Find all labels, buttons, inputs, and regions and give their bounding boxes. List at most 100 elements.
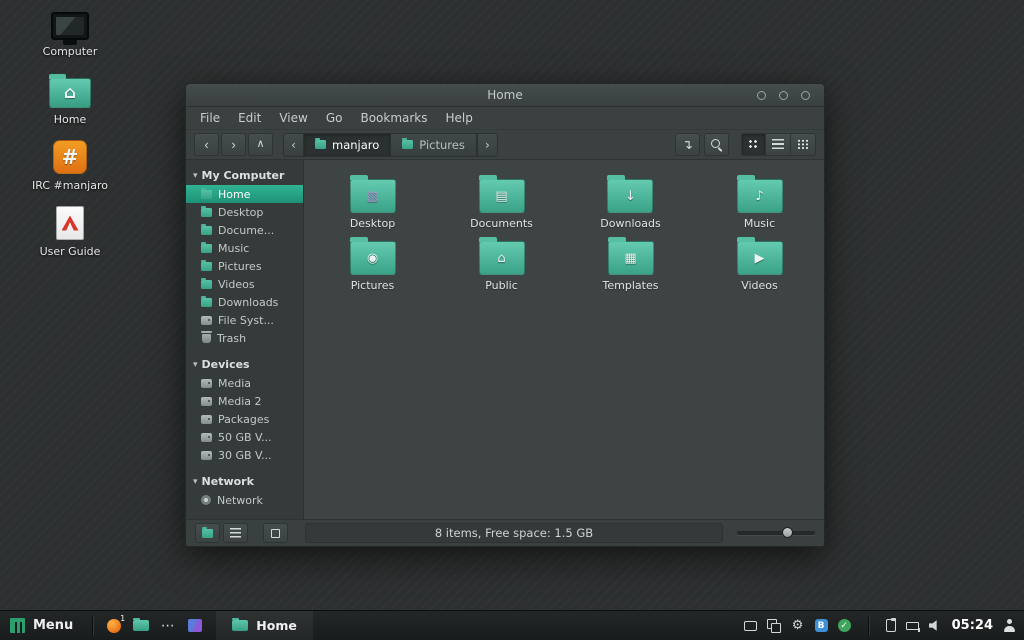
- expand-icon: [271, 529, 280, 538]
- file-label: Pictures: [351, 279, 395, 292]
- clock[interactable]: 05:24: [952, 618, 993, 633]
- up-button[interactable]: ∧: [248, 133, 273, 156]
- file-music[interactable]: ♪ Music: [737, 174, 783, 236]
- zoom-knob[interactable]: [782, 527, 793, 538]
- sidebar-section-header[interactable]: ▾ My Computer: [186, 164, 303, 185]
- sidebar-item-media[interactable]: Media: [186, 374, 303, 392]
- toggle-places-button[interactable]: [195, 523, 220, 543]
- updates-icon[interactable]: ✓: [838, 619, 851, 632]
- bluetooth-icon[interactable]: B: [815, 619, 828, 632]
- file-public[interactable]: ⌂ Public: [479, 236, 525, 298]
- sidebar-item-videos[interactable]: Videos: [186, 275, 303, 293]
- panel-separator: [92, 617, 93, 635]
- launcher-browser[interactable]: 1: [100, 611, 127, 640]
- places-icon: [202, 529, 213, 538]
- sidebar-item-icon: [201, 208, 212, 217]
- sidebar-item-network[interactable]: Network: [186, 491, 303, 509]
- toggle-treeview-button[interactable]: [223, 523, 248, 543]
- back-button[interactable]: ‹: [194, 133, 219, 156]
- sidebar-section-header[interactable]: ▾ Devices: [186, 353, 303, 374]
- folder-icon: ◉: [350, 241, 396, 275]
- toolbar: ‹ › ∧ ‹ manjaro Pictures › ↴: [186, 130, 824, 160]
- desktop-icon-irc-manjaro[interactable]: # IRC #manjaro: [22, 140, 118, 192]
- window-title: Home: [186, 88, 824, 102]
- sidebar-item-icon: [201, 262, 212, 271]
- menu-view[interactable]: View: [271, 109, 315, 127]
- workspace-switcher[interactable]: [181, 611, 208, 640]
- compact-view-icon: [797, 139, 809, 150]
- edit-location-button[interactable]: ↴: [675, 133, 700, 156]
- sidebar-item-media-2[interactable]: Media 2: [186, 392, 303, 410]
- user-icon[interactable]: [1003, 619, 1016, 632]
- sidebar-item-music[interactable]: Music: [186, 239, 303, 257]
- launcher-file-manager[interactable]: [127, 611, 154, 640]
- desktop-icon-home[interactable]: ⌂ Home: [22, 72, 118, 126]
- desktop-icon-art: [51, 12, 89, 40]
- menu-edit[interactable]: Edit: [230, 109, 269, 127]
- zoom-slider[interactable]: [737, 531, 815, 535]
- menu-help[interactable]: Help: [438, 109, 481, 127]
- file-templates[interactable]: ▦ Templates: [603, 236, 659, 298]
- minimize-button[interactable]: [757, 91, 766, 100]
- sidebar-item-downloads[interactable]: Downloads: [186, 293, 303, 311]
- window-list-icon[interactable]: [767, 619, 781, 633]
- display-icon[interactable]: [744, 621, 757, 631]
- expander-icon: ▾: [193, 477, 198, 487]
- file-desktop[interactable]: ▧ Desktop: [350, 174, 396, 236]
- sidebar-item-icon: [201, 379, 212, 388]
- icon-view-button[interactable]: [741, 133, 766, 156]
- file-label: Documents: [470, 217, 533, 230]
- search-button[interactable]: [704, 133, 729, 156]
- taskbar-window-home[interactable]: Home: [216, 611, 313, 640]
- folder-emblem-icon: ♪: [755, 190, 763, 203]
- sidebar-item-trash[interactable]: Trash: [186, 329, 303, 347]
- settings-gear-icon[interactable]: ⚙: [791, 619, 805, 633]
- window-controls: [757, 91, 824, 100]
- sidebar-item-file-syst[interactable]: File Syst...: [186, 311, 303, 329]
- sidebar-item-docume[interactable]: Docume...: [186, 221, 303, 239]
- sidebar-item-packages[interactable]: Packages: [186, 410, 303, 428]
- sidebar-section-header[interactable]: ▾ Network: [186, 470, 303, 491]
- panel-overflow-button[interactable]: ⋯: [154, 611, 181, 640]
- sidebar-item-icon: [201, 433, 212, 442]
- file-pictures[interactable]: ◉ Pictures: [350, 236, 396, 298]
- desktop-icon-art: #: [53, 140, 87, 174]
- desktop-icon-user-guide[interactable]: User Guide: [22, 206, 118, 258]
- compact-view-button[interactable]: [791, 133, 816, 156]
- expand-pane-button[interactable]: [263, 523, 288, 543]
- forward-button[interactable]: ›: [221, 133, 246, 156]
- workspace-icon: [188, 619, 202, 632]
- file-label: Desktop: [350, 217, 395, 230]
- file-downloads[interactable]: ↓ Downloads: [600, 174, 660, 236]
- sidebar-item-icon: [201, 415, 212, 424]
- titlebar[interactable]: Home: [186, 84, 824, 107]
- sidebar-item-desktop[interactable]: Desktop: [186, 203, 303, 221]
- zoom-track[interactable]: [737, 531, 815, 535]
- desktop-icon-computer[interactable]: Computer: [22, 12, 118, 58]
- breadcrumb-pictures[interactable]: Pictures: [391, 134, 477, 156]
- sidebar-item-50-gb-v[interactable]: 50 GB V...: [186, 428, 303, 446]
- menu-bookmarks[interactable]: Bookmarks: [352, 109, 435, 127]
- menu-button[interactable]: Menu: [0, 611, 85, 640]
- file-documents[interactable]: ▤ Documents: [470, 174, 533, 236]
- breadcrumb-prev-button[interactable]: ‹: [284, 134, 304, 156]
- sidebar-item-pictures[interactable]: Pictures: [186, 257, 303, 275]
- battery-icon[interactable]: [906, 622, 919, 630]
- sidebar-item-icon: [201, 226, 212, 235]
- menu-file[interactable]: File: [192, 109, 228, 127]
- sidebar-item-icon: [201, 280, 212, 289]
- sidebar-item-icon: [201, 451, 212, 460]
- close-button[interactable]: [801, 91, 810, 100]
- sidebar-item-home[interactable]: Home: [186, 185, 303, 203]
- sidebar-item-icon: [201, 298, 212, 307]
- menu-go[interactable]: Go: [318, 109, 351, 127]
- breadcrumb-manjaro[interactable]: manjaro: [304, 134, 391, 156]
- volume-icon[interactable]: [929, 620, 942, 632]
- up-icon: ∧: [256, 139, 264, 150]
- breadcrumb-next-button[interactable]: ›: [477, 134, 497, 156]
- clipboard-icon[interactable]: [886, 619, 896, 632]
- list-view-button[interactable]: [766, 133, 791, 156]
- sidebar-item-30-gb-v[interactable]: 30 GB V...: [186, 446, 303, 464]
- file-videos[interactable]: ▶ Videos: [737, 236, 783, 298]
- maximize-button[interactable]: [779, 91, 788, 100]
